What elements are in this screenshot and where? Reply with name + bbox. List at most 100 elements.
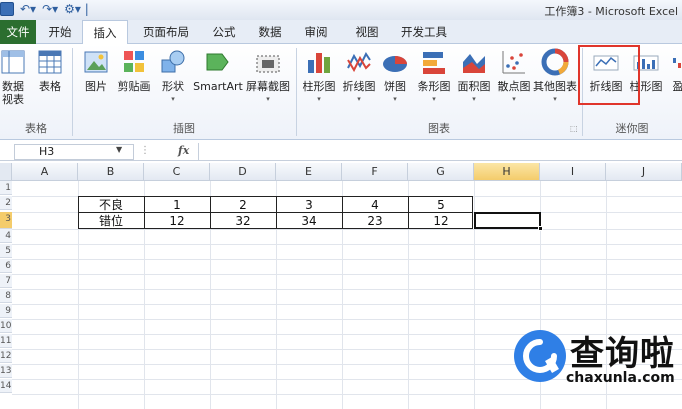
- splitter-icon[interactable]: ⋮: [140, 145, 150, 156]
- smartart-icon: [204, 48, 232, 76]
- column-chart-button[interactable]: 柱形图 ▾: [300, 48, 338, 104]
- column-header-j[interactable]: J: [606, 163, 682, 181]
- row-header-4[interactable]: 4: [0, 229, 12, 243]
- group-label-tables: 表格: [25, 122, 47, 135]
- row-header-2[interactable]: 2: [0, 196, 12, 210]
- table-icon: [36, 48, 64, 76]
- line-chart-button[interactable]: 折线图 ▾: [340, 48, 378, 104]
- title-bar: ↶▾ ↷▾ ⚙▾ | 工作簿3 - Microsoft Excel: [0, 0, 682, 20]
- shapes-icon: [159, 48, 187, 76]
- cell-f2[interactable]: 4: [342, 197, 408, 213]
- table-button[interactable]: 表格: [34, 48, 66, 94]
- area-chart-icon: [460, 48, 488, 76]
- dialog-launcher-icon[interactable]: ⬚: [570, 124, 578, 133]
- formula-input[interactable]: [198, 143, 682, 161]
- pivot-table-button[interactable]: 数据 视表: [0, 48, 30, 106]
- picture-button[interactable]: 图片: [80, 48, 112, 94]
- scatter-chart-icon: [500, 48, 528, 76]
- cell-g3[interactable]: 12: [408, 213, 474, 229]
- column-header-c[interactable]: C: [144, 163, 210, 181]
- scatter-chart-button[interactable]: 散点图 ▾: [494, 48, 534, 104]
- shapes-button[interactable]: 形状 ▾: [156, 48, 190, 104]
- cell-e3[interactable]: 34: [276, 213, 342, 229]
- column-header-b[interactable]: B: [78, 163, 144, 181]
- tab-insert[interactable]: 插入: [82, 20, 128, 45]
- clip-art-button[interactable]: 剪贴画: [114, 48, 154, 94]
- tab-view[interactable]: 视图: [344, 20, 390, 44]
- save-icon[interactable]: [0, 2, 14, 16]
- screenshot-icon: [254, 48, 282, 76]
- row-header-11[interactable]: 11: [0, 334, 12, 348]
- active-cell-h3[interactable]: [474, 212, 543, 231]
- gridline: [12, 229, 682, 230]
- cell-c2[interactable]: 1: [144, 197, 210, 213]
- watermark: 查询啦 chaxunla.com: [508, 322, 678, 405]
- bar-chart-button[interactable]: 条形图 ▾: [414, 48, 454, 104]
- tab-home[interactable]: 开始: [42, 20, 78, 44]
- column-header-f[interactable]: F: [342, 163, 408, 181]
- gridline: [12, 319, 682, 320]
- row-header-14[interactable]: 14: [0, 379, 12, 393]
- pivot-table-icon: [0, 48, 27, 76]
- row-header-7[interactable]: 7: [0, 274, 12, 288]
- other-charts-icon: [541, 48, 569, 76]
- column-header-g[interactable]: G: [408, 163, 474, 181]
- formula-bar: H3 ▼ ⋮ fx: [0, 143, 682, 161]
- screenshot-button[interactable]: 屏幕截图 ▾: [244, 48, 292, 104]
- other-charts-button[interactable]: 其他图表 ▾: [532, 48, 578, 104]
- row-header-3[interactable]: 3: [0, 212, 12, 229]
- column-header-e[interactable]: E: [276, 163, 342, 181]
- gridline: [12, 304, 682, 305]
- column-header-d[interactable]: D: [210, 163, 276, 181]
- cell-e2[interactable]: 3: [276, 197, 342, 213]
- column-chart-icon: [305, 48, 333, 76]
- tab-developer[interactable]: 开发工具: [392, 20, 456, 44]
- row-header-13[interactable]: 13: [0, 364, 12, 378]
- bar-chart-icon: [420, 48, 448, 76]
- undo-icon[interactable]: ↶▾: [20, 2, 36, 16]
- gridline: [12, 274, 682, 275]
- row-header-10[interactable]: 10: [0, 319, 12, 333]
- cell-f3[interactable]: 23: [342, 213, 408, 229]
- column-header-i[interactable]: I: [540, 163, 606, 181]
- tab-page-layout[interactable]: 页面布局: [136, 20, 196, 44]
- pie-chart-button[interactable]: 饼图 ▾: [380, 48, 410, 104]
- row-header-6[interactable]: 6: [0, 259, 12, 273]
- sparkline-winloss-button[interactable]: 盈: [668, 48, 682, 94]
- tab-formulas[interactable]: 公式: [206, 20, 242, 44]
- clip-art-icon: [120, 48, 148, 76]
- smartart-button[interactable]: SmartArt: [192, 48, 244, 94]
- ribbon-tabs: 文件 开始 插入 页面布局 公式 数据 审阅 视图 开发工具: [0, 20, 682, 45]
- group-label-charts: 图表: [428, 122, 450, 135]
- pie-chart-icon: [381, 48, 409, 76]
- tab-file[interactable]: 文件: [0, 20, 36, 44]
- row-header-1[interactable]: 1: [0, 181, 12, 195]
- insert-function-icon[interactable]: fx: [178, 144, 189, 157]
- fill-handle[interactable]: [538, 226, 543, 231]
- column-header-h[interactable]: H: [474, 163, 540, 181]
- redo-icon[interactable]: ↷▾: [42, 2, 58, 16]
- line-chart-icon: [345, 48, 373, 76]
- tab-review[interactable]: 审阅: [298, 20, 334, 44]
- select-all-corner[interactable]: [0, 163, 12, 181]
- cell-d3[interactable]: 32: [210, 213, 276, 229]
- cell-b2[interactable]: 不良: [78, 197, 144, 213]
- watermark-title: 查询啦: [570, 334, 675, 374]
- column-header-a[interactable]: A: [12, 163, 78, 181]
- customize-qat-icon[interactable]: ⚙▾ |: [64, 2, 89, 16]
- row-header-8[interactable]: 8: [0, 289, 12, 303]
- group-label-illustrations: 插图: [173, 122, 195, 135]
- cell-g2[interactable]: 5: [408, 197, 474, 213]
- sparkline-winloss-icon: [671, 48, 682, 76]
- tab-data[interactable]: 数据: [252, 20, 288, 44]
- gridline: [12, 259, 682, 260]
- cell-c3[interactable]: 12: [144, 213, 210, 229]
- group-label-sparklines: 迷你图: [615, 122, 649, 135]
- cell-d2[interactable]: 2: [210, 197, 276, 213]
- cell-b3[interactable]: 错位: [78, 213, 144, 229]
- area-chart-button[interactable]: 面积图 ▾: [454, 48, 494, 104]
- row-header-9[interactable]: 9: [0, 304, 12, 318]
- chevron-down-icon[interactable]: ▼: [116, 145, 122, 154]
- row-header-5[interactable]: 5: [0, 244, 12, 258]
- row-header-12[interactable]: 12: [0, 349, 12, 363]
